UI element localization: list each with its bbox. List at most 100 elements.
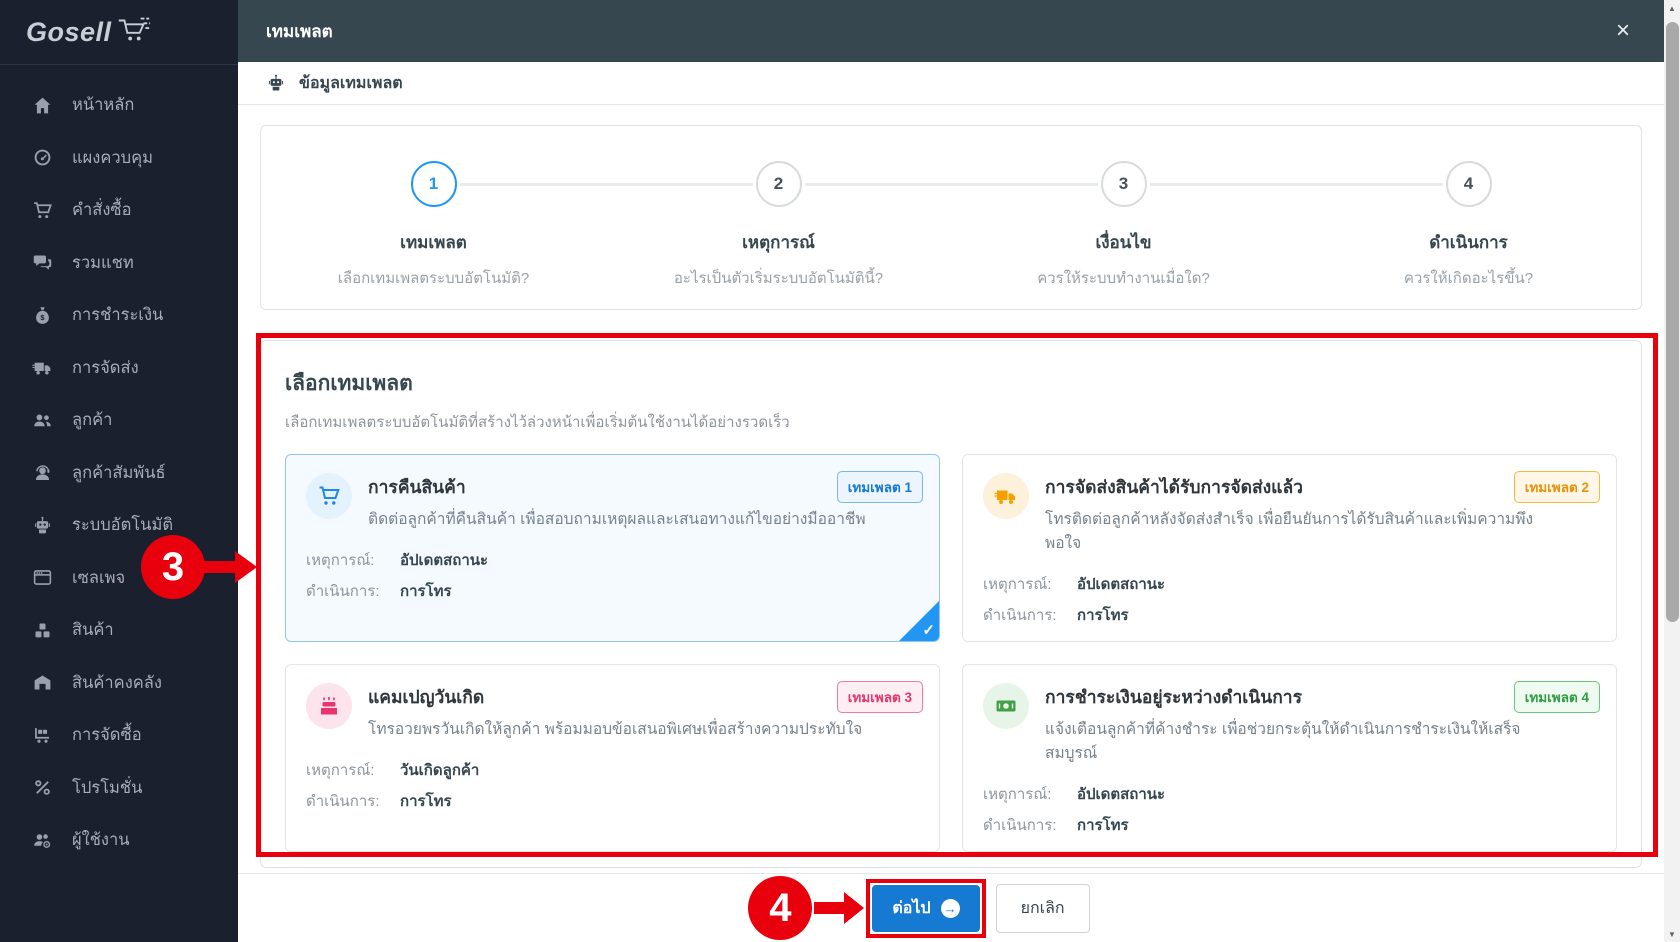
sidebar-item-salepage[interactable]: เซลเพจ bbox=[0, 552, 238, 605]
sidebar-item-dashboard[interactable]: แผงควบคุม bbox=[0, 132, 238, 185]
action-value: การโทร bbox=[400, 793, 452, 811]
brand-cart-icon bbox=[114, 15, 152, 50]
sidebar-item-label: โปรโมชั่น bbox=[72, 778, 143, 797]
event-label: เหตุการณ์: bbox=[983, 786, 1052, 804]
orders-cart-icon bbox=[32, 200, 53, 221]
sidebar-item-shipping[interactable]: การจัดส่ง bbox=[0, 342, 238, 395]
modal-header: เทมเพลต × bbox=[238, 0, 1664, 62]
step-event[interactable]: 2 เหตุการณ์ อะไรเป็นตัวเริ่มระบบอัตโนมัต… bbox=[606, 161, 951, 309]
payment-moneybag-icon: $ bbox=[32, 305, 53, 326]
shipping-truck-icon bbox=[32, 357, 53, 378]
action-label: ดำเนินการ: bbox=[983, 607, 1057, 625]
sidebar-item-label: คำสั่งซื้อ bbox=[72, 201, 132, 220]
sidebar-item-label: การจัดส่ง bbox=[72, 358, 139, 377]
template-badge: เทมเพลต 4 bbox=[1513, 681, 1600, 714]
check-icon: ✓ bbox=[922, 622, 935, 640]
sidebar-item-label: สินค้าคงคลัง bbox=[72, 673, 162, 692]
template-badge: เทมเพลต 1 bbox=[836, 471, 923, 503]
template-chooser-section: เลือกเทมเพลต เลือกเทมเพลตระบบอัตโนมัติที… bbox=[260, 340, 1642, 868]
sidebar-item-label: ผู้ใช้งาน bbox=[72, 831, 130, 850]
brand-logo[interactable]: Gosell bbox=[0, 0, 238, 65]
app-window: Gosell หน้าหลัก แผงควบคุม คำสั่งซื้อ รวม… bbox=[0, 0, 1680, 942]
action-value: การโทร bbox=[400, 583, 452, 601]
annotation-arrowhead-4 bbox=[844, 892, 865, 924]
sidebar-item-label: การจัดซื้อ bbox=[72, 726, 142, 745]
sidebar-item-label: แผงควบคุม bbox=[72, 148, 154, 167]
inventory-warehouse-icon bbox=[32, 672, 53, 693]
cake-icon bbox=[306, 683, 352, 730]
truck-icon bbox=[983, 473, 1029, 519]
scroll-down-icon[interactable]: ▼ bbox=[1664, 926, 1680, 942]
step-number: 2 bbox=[755, 161, 802, 207]
sidebar-item-label: ลูกค้าสัมพันธ์ bbox=[72, 463, 166, 482]
modal-body: 1 เทมเพลต เลือกเทมเพลตระบบอัตโนมัติ? 2 เ… bbox=[238, 105, 1664, 873]
arrow-right-icon: → bbox=[940, 898, 960, 918]
template-title: การจัดส่งสินค้าได้รับการจัดส่งแล้ว bbox=[1045, 477, 1304, 497]
close-icon[interactable]: × bbox=[1616, 19, 1630, 43]
template-card-birthday[interactable]: เทมเพลต 3 แคมเปญวันเกิด โทรอวยพรวันเกิดใ… bbox=[285, 664, 940, 853]
step-label: ดำเนินการ bbox=[1429, 233, 1508, 252]
sidebar-item-label: หน้าหลัก bbox=[72, 96, 135, 115]
step-action[interactable]: 4 ดำเนินการ ควรให้เกิดอะไรขึ้น? bbox=[1296, 161, 1641, 309]
sidebar-item-chat[interactable]: รวมแชท bbox=[0, 237, 238, 290]
banknote-icon bbox=[983, 683, 1029, 730]
users-gear-icon bbox=[32, 830, 53, 851]
salepage-window-icon bbox=[32, 567, 53, 588]
scrollbar[interactable]: ▲ ▼ bbox=[1664, 0, 1680, 942]
sidebar-item-products[interactable]: สินค้า bbox=[0, 604, 238, 657]
sidebar-item-inventory[interactable]: สินค้าคงคลัง bbox=[0, 657, 238, 710]
sidebar-item-label: เซลเพจ bbox=[72, 568, 126, 587]
template-title: แคมเปญวันเกิด bbox=[368, 687, 485, 708]
cancel-button[interactable]: ยกเลิก bbox=[995, 883, 1090, 933]
promotion-percent-icon bbox=[32, 777, 53, 798]
products-boxes-icon bbox=[32, 620, 53, 641]
modal-footer: ต่อไป → 4 ยกเลิก bbox=[238, 873, 1664, 942]
sidebar-item-label: ลูกค้า bbox=[72, 411, 113, 430]
next-button-label: ต่อไป bbox=[892, 899, 931, 917]
template-badge: เทมเพลต 3 bbox=[836, 681, 923, 714]
template-card-delivered[interactable]: เทมเพลต 2 การจัดส่งสินค้าได้รับการจัดส่ง… bbox=[962, 454, 1617, 643]
sidebar-item-promotions[interactable]: โปรโมชั่น bbox=[0, 762, 238, 815]
modal-subheader: ข้อมูลเทมเพลต bbox=[238, 62, 1664, 105]
sidebar-nav: หน้าหลัก แผงควบคุม คำสั่งซื้อ รวมแชท $ ก… bbox=[0, 65, 238, 867]
event-value: วันเกิดลูกค้า bbox=[400, 762, 480, 780]
sidebar-item-users[interactable]: ผู้ใช้งาน bbox=[0, 814, 238, 867]
action-label: ดำเนินการ: bbox=[306, 583, 380, 601]
template-card-payment-pending[interactable]: เทมเพลต 4 การชำระเงินอยู่ระหว่างดำเนินกา… bbox=[962, 664, 1617, 853]
template-title: การคืนสินค้า bbox=[368, 477, 466, 497]
step-description: ควรให้ระบบทำงานเมื่อใด? bbox=[1037, 270, 1210, 287]
cart-icon bbox=[306, 473, 352, 519]
sidebar-item-payments[interactable]: $ การชำระเงิน bbox=[0, 289, 238, 342]
event-value: อัปเดตสถานะ bbox=[400, 552, 489, 570]
modal-subheader-title: ข้อมูลเทมเพลต bbox=[299, 74, 403, 92]
template-title: การชำระเงินอยู่ระหว่างดำเนินการ bbox=[1045, 687, 1303, 708]
step-template[interactable]: 1 เทมเพลต เลือกเทมเพลตระบบอัตโนมัติ? bbox=[261, 161, 606, 309]
sidebar-item-customers[interactable]: ลูกค้า bbox=[0, 394, 238, 447]
sidebar-item-purchasing[interactable]: การจัดซื้อ bbox=[0, 709, 238, 762]
step-label: เงื่อนไข bbox=[1095, 233, 1152, 252]
sidebar: Gosell หน้าหลัก แผงควบคุม คำสั่งซื้อ รวม… bbox=[0, 0, 238, 942]
annotation-arrow-4 bbox=[814, 902, 847, 914]
annotation-step-4: 4 bbox=[748, 876, 813, 940]
sidebar-item-home[interactable]: หน้าหลัก bbox=[0, 79, 238, 132]
template-card-return-product[interactable]: เทมเพลต 1 การคืนสินค้า ติดต่อลูกค้าที่คื… bbox=[285, 454, 940, 643]
step-number: 3 bbox=[1100, 161, 1147, 207]
next-button[interactable]: ต่อไป → 4 bbox=[748, 876, 986, 940]
step-description: อะไรเป็นตัวเริ่มระบบอัตโนมัตินี้? bbox=[673, 270, 884, 287]
step-condition[interactable]: 3 เงื่อนไข ควรให้ระบบทำงานเมื่อใด? bbox=[951, 161, 1296, 309]
cancel-button-label: ยกเลิก bbox=[1020, 899, 1065, 917]
scrollbar-thumb[interactable] bbox=[1665, 22, 1679, 622]
scroll-up-icon[interactable]: ▲ bbox=[1664, 0, 1680, 16]
brand-name: Gosell bbox=[26, 16, 112, 47]
event-label: เหตุการณ์: bbox=[306, 762, 375, 780]
sidebar-item-automation[interactable]: ระบบอัตโนมัติ bbox=[0, 499, 238, 552]
sidebar-item-crm[interactable]: ลูกค้าสัมพันธ์ bbox=[0, 447, 238, 500]
template-modal: เทมเพลต × ข้อมูลเทมเพลต 1 เทมเพลต เลือกเ… bbox=[238, 0, 1664, 942]
template-description: โทรอวยพรวันเกิดให้ลูกค้า พร้อมมอบข้อเสนอ… bbox=[368, 721, 863, 739]
section-title: เลือกเทมเพลต bbox=[285, 372, 413, 395]
step-number: 1 bbox=[410, 161, 457, 207]
action-label: ดำเนินการ: bbox=[983, 817, 1057, 835]
sidebar-item-orders[interactable]: คำสั่งซื้อ bbox=[0, 184, 238, 237]
event-value: อัปเดตสถานะ bbox=[1077, 786, 1166, 804]
action-label: ดำเนินการ: bbox=[306, 793, 380, 811]
